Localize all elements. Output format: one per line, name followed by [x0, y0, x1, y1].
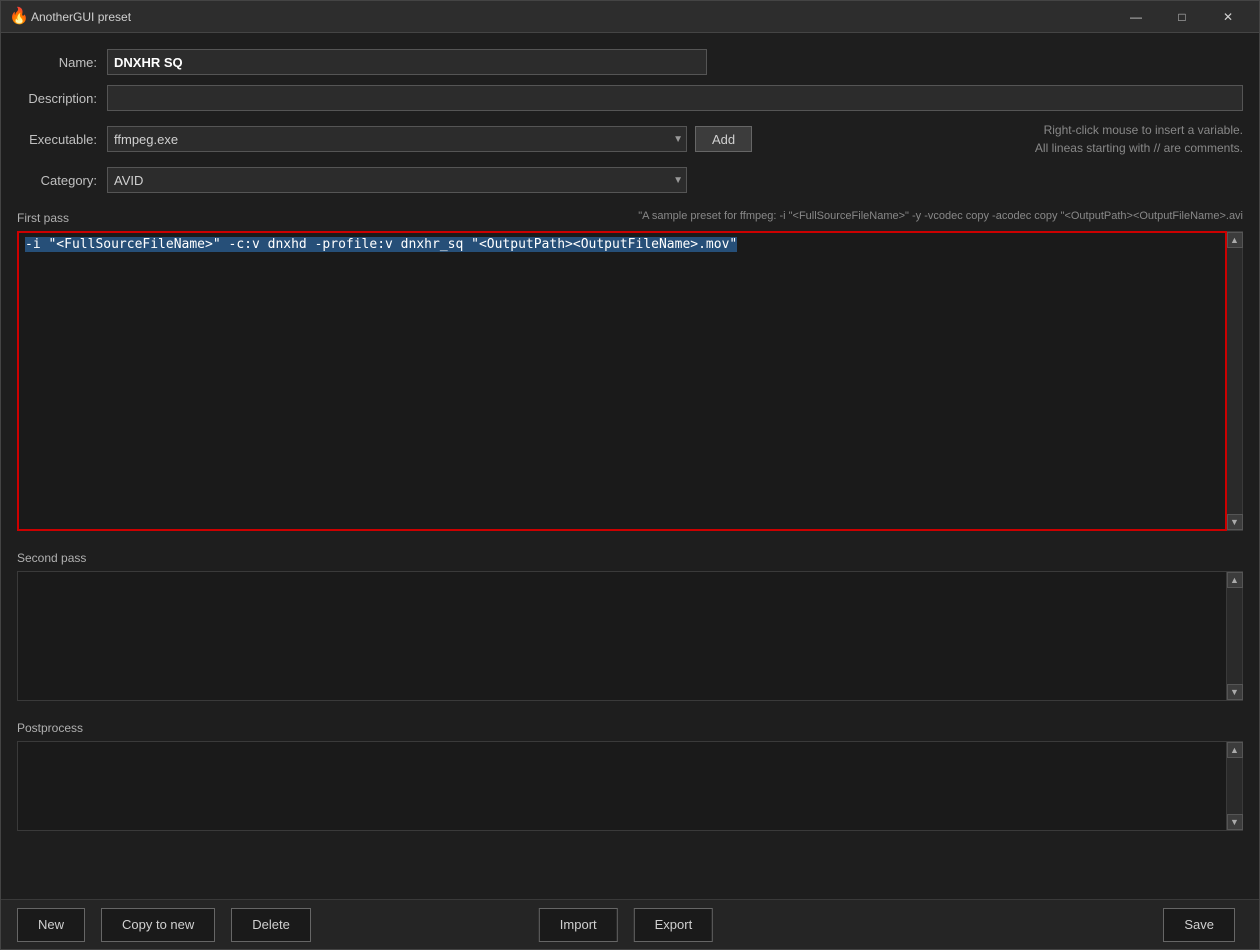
description-row: Description:: [17, 85, 1243, 111]
btn-group-left: New Copy to new Delete: [17, 908, 319, 942]
new-button[interactable]: New: [17, 908, 85, 942]
title-bar: 🔥 AnotherGUI preset — □ ✕: [1, 1, 1259, 33]
minimize-button[interactable]: —: [1113, 1, 1159, 33]
main-content: Name: Description: Executable: ffmpeg.ex…: [1, 33, 1259, 899]
description-label: Description:: [17, 91, 107, 106]
executable-select[interactable]: ffmpeg.exe: [107, 126, 687, 152]
title-bar-title: AnotherGUI preset: [31, 10, 1113, 24]
first-pass-scroll-down[interactable]: ▼: [1227, 514, 1243, 530]
second-pass-area-wrapper: ▲ ▼: [17, 571, 1243, 701]
hint-line2: All lineas starting with // are comments…: [1035, 139, 1243, 157]
hint-text: Right-click mouse to insert a variable. …: [1035, 121, 1243, 157]
name-input[interactable]: [107, 49, 707, 75]
first-pass-header: First pass "A sample preset for ffmpeg: …: [17, 203, 1243, 229]
executable-select-wrapper: ffmpeg.exe ▼: [107, 126, 687, 152]
postprocess-textarea[interactable]: [17, 741, 1227, 831]
close-button[interactable]: ✕: [1205, 1, 1251, 33]
second-pass-textarea[interactable]: [17, 571, 1227, 701]
executable-row: Executable: ffmpeg.exe ▼ Add Right-click…: [17, 121, 1243, 157]
bottom-bar: New Copy to new Delete Import Export Sav…: [1, 899, 1259, 949]
postprocess-section: Postprocess ▲ ▼: [17, 713, 1243, 831]
first-pass-selected-text: -i "<FullSourceFileName>" -c:v dnxhd -pr…: [25, 237, 737, 252]
second-pass-section: Second pass ▲ ▼: [17, 543, 1243, 701]
second-pass-scroll-thumb-area: [1227, 588, 1242, 684]
first-pass-area-wrapper: -i "<FullSourceFileName>" -c:v dnxhd -pr…: [17, 231, 1243, 531]
name-label: Name:: [17, 55, 107, 70]
btn-group-center: Import Export: [539, 908, 721, 942]
first-pass-textarea[interactable]: -i "<FullSourceFileName>" -c:v dnxhd -pr…: [17, 231, 1227, 531]
export-button[interactable]: Export: [634, 908, 714, 942]
postprocess-label: Postprocess: [17, 721, 83, 735]
second-pass-scroll-up[interactable]: ▲: [1227, 572, 1243, 588]
first-pass-scrollbar: ▲ ▼: [1227, 231, 1243, 531]
category-row: Category: AVID ▼: [17, 167, 1243, 193]
second-pass-scrollbar: ▲ ▼: [1227, 571, 1243, 701]
postprocess-scroll-up[interactable]: ▲: [1227, 742, 1243, 758]
executable-controls: ffmpeg.exe ▼ Add: [107, 126, 752, 152]
bottom-bar-inner: New Copy to new Delete Import Export Sav…: [17, 908, 1243, 942]
app-icon: 🔥: [9, 9, 25, 25]
second-pass-label: Second pass: [17, 551, 86, 565]
category-select-wrapper: AVID ▼: [107, 167, 687, 193]
category-select[interactable]: AVID: [107, 167, 687, 193]
save-button[interactable]: Save: [1163, 908, 1235, 942]
description-input[interactable]: [107, 85, 1243, 111]
btn-group-right: Save: [1163, 908, 1243, 942]
add-button[interactable]: Add: [695, 126, 752, 152]
first-pass-section: First pass "A sample preset for ffmpeg: …: [17, 203, 1243, 531]
first-pass-scroll-up[interactable]: ▲: [1227, 232, 1243, 248]
copy-to-new-button[interactable]: Copy to new: [101, 908, 215, 942]
postprocess-scrollbar: ▲ ▼: [1227, 741, 1243, 831]
title-bar-controls: — □ ✕: [1113, 1, 1251, 33]
delete-button[interactable]: Delete: [231, 908, 311, 942]
first-pass-hint: "A sample preset for ffmpeg: -i "<FullSo…: [638, 210, 1243, 222]
postprocess-area-wrapper: ▲ ▼: [17, 741, 1243, 831]
second-pass-header: Second pass: [17, 543, 1243, 569]
first-pass-scroll-thumb-area: [1227, 248, 1242, 514]
category-label: Category:: [17, 173, 107, 188]
second-pass-scroll-down[interactable]: ▼: [1227, 684, 1243, 700]
import-button[interactable]: Import: [539, 908, 618, 942]
executable-label: Executable:: [17, 132, 107, 147]
postprocess-scroll-thumb-area: [1227, 758, 1242, 814]
first-pass-label: First pass: [17, 211, 69, 225]
postprocess-header: Postprocess: [17, 713, 1243, 739]
postprocess-scroll-down[interactable]: ▼: [1227, 814, 1243, 830]
name-row: Name:: [17, 49, 1243, 75]
hint-line1: Right-click mouse to insert a variable.: [1035, 121, 1243, 139]
maximize-button[interactable]: □: [1159, 1, 1205, 33]
